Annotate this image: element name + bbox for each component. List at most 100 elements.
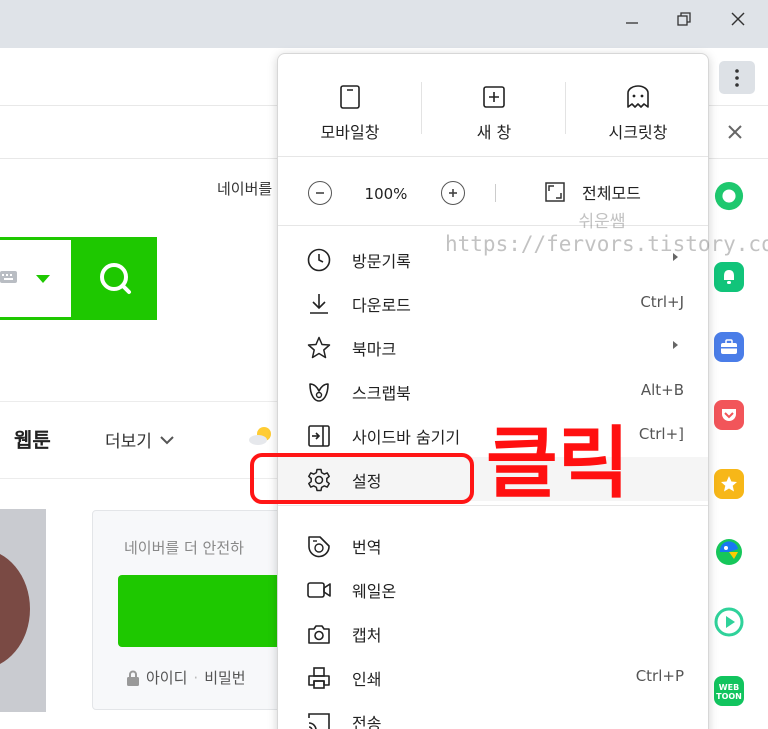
close-icon — [728, 125, 742, 139]
green-circle-icon — [714, 181, 744, 211]
nav-more-button[interactable]: 더보기 — [105, 427, 174, 452]
sidebar-app-toolbox[interactable] — [714, 332, 744, 362]
minimize-button[interactable] — [614, 6, 650, 32]
fullscreen-button[interactable]: 전체모드 — [544, 175, 641, 209]
menu-item-label: 스크랩북 — [352, 384, 411, 403]
menu-item-shortcut: Alt+B — [640, 381, 684, 399]
translate-icon — [308, 536, 330, 558]
sidebar-app-favorites[interactable] — [714, 469, 744, 499]
find-password-link[interactable]: 비밀번 — [204, 667, 245, 688]
content-thumbnail[interactable] — [0, 509, 46, 712]
sidebar-app-alarm[interactable] — [714, 262, 744, 292]
login-button[interactable] — [118, 575, 290, 647]
window-mode-row: 모바일창 새 창 시크릿창 — [278, 54, 708, 157]
cast-icon — [308, 713, 330, 729]
settings-highlight-box — [250, 453, 474, 504]
fullscreen-label: 전체모드 — [582, 184, 641, 203]
search-button[interactable] — [74, 237, 157, 320]
close-window-button[interactable] — [720, 6, 756, 32]
nav-divider — [0, 478, 290, 479]
zoom-level: 100% — [364, 185, 408, 203]
bell-icon — [724, 270, 734, 284]
menu-item-shortcut: Ctrl+] — [638, 425, 684, 443]
menu-item-print[interactable]: 인쇄 Ctrl+P — [278, 655, 708, 699]
scrapbook-icon — [309, 383, 329, 402]
pocket-icon — [722, 409, 736, 421]
menu-item-label: 웨일온 — [352, 582, 397, 601]
mobile-window-label: 모바일창 — [320, 123, 380, 142]
fullscreen-icon — [545, 182, 565, 202]
kebab-menu-icon — [735, 68, 739, 87]
sidebar-app-pocket[interactable] — [714, 400, 744, 430]
camera-icon — [308, 625, 330, 644]
zoom-out-button[interactable] — [308, 181, 332, 205]
secret-window-label: 시크릿창 — [608, 123, 668, 142]
menu-item-label: 전송 — [352, 714, 382, 729]
parrot-icon — [716, 539, 742, 565]
login-message: 네이버를 더 안전하 — [124, 539, 244, 557]
zoom-out-icon — [316, 192, 324, 194]
close-icon — [731, 12, 745, 26]
menu-item-whale-on[interactable]: 웨일온 — [278, 567, 708, 611]
mobile-window-button[interactable]: 모바일창 — [278, 54, 422, 157]
menu-item-shortcut: Ctrl+P — [635, 667, 684, 685]
search-options-dropdown[interactable] — [36, 275, 50, 283]
menu-item-capture[interactable]: 캡처 — [278, 611, 708, 655]
watermark-author: 쉬운쌤 — [578, 212, 626, 232]
menu-item-label: 캡처 — [352, 626, 382, 645]
menu-item-bookmarks[interactable]: 북마크 — [278, 325, 708, 369]
play-icon — [714, 607, 744, 637]
submenu-arrow-icon — [673, 341, 678, 349]
sidebar-app-webtoon[interactable]: WEB TOON — [714, 676, 744, 706]
menu-item-label: 번역 — [352, 538, 382, 557]
lock-icon — [127, 670, 139, 686]
search-icon — [99, 262, 131, 294]
page-top-link[interactable]: 네이버를 — [217, 178, 272, 199]
nav-more-label: 더보기 — [105, 432, 152, 452]
nav-divider — [0, 401, 290, 402]
sidebar-app-papago[interactable] — [714, 537, 744, 567]
new-window-label: 새 창 — [476, 123, 512, 142]
menu-item-label: 사이드바 숨기기 — [352, 428, 461, 447]
browser-dropdown-menu: 모바일창 새 창 시크릿창 100% 전체모드 방문기록 다운로드 Ctrl+J… — [277, 53, 709, 729]
zoom-in-button[interactable] — [441, 181, 465, 205]
notification-close-button[interactable] — [722, 119, 748, 145]
menu-item-cast[interactable]: 전송 — [278, 699, 708, 729]
new-window-icon — [483, 86, 505, 108]
menu-item-scrapbook[interactable]: 스크랩북 Alt+B — [278, 369, 708, 413]
window-titlebar — [0, 0, 768, 48]
weather-icon[interactable] — [248, 424, 274, 446]
thumbnail-shape — [0, 549, 30, 669]
find-id-link[interactable]: 아이디 — [146, 667, 187, 688]
nav-webtoon-link[interactable]: 웹툰 — [14, 424, 51, 453]
menu-item-translate[interactable]: 번역 — [278, 523, 708, 567]
sidebar-app-green-dot[interactable] — [714, 181, 744, 211]
restore-icon — [677, 12, 691, 26]
mobile-icon — [340, 85, 360, 109]
blog-watermark: 쉬운쌤 https://fervors.tistory.com — [445, 212, 768, 258]
menu-item-label: 북마크 — [352, 340, 397, 359]
new-window-button[interactable]: 새 창 — [422, 54, 566, 157]
link-separator: · — [193, 668, 199, 687]
browser-menu-button[interactable] — [719, 61, 755, 94]
svg-text:TOON: TOON — [716, 692, 742, 701]
login-links: 아이디 · 비밀번 — [126, 667, 246, 688]
star-icon — [307, 336, 331, 359]
menu-item-label: 방문기록 — [352, 252, 411, 271]
menu-item-downloads[interactable]: 다운로드 Ctrl+J — [278, 281, 708, 325]
download-icon — [310, 294, 328, 314]
history-clock-icon — [307, 248, 331, 272]
keyboard-icon[interactable] — [0, 270, 18, 284]
sidebar-icon — [308, 425, 330, 447]
secret-window-button[interactable]: 시크릿창 — [566, 54, 708, 157]
zoom-in-icon — [449, 189, 457, 197]
restore-button[interactable] — [666, 6, 702, 32]
sidebar-app-player[interactable] — [714, 607, 744, 637]
menu-item-label: 인쇄 — [352, 670, 382, 689]
minimize-icon — [626, 22, 638, 24]
video-call-icon — [307, 582, 331, 598]
chevron-down-icon — [160, 435, 174, 444]
click-annotation: 클릭 — [486, 419, 630, 509]
briefcase-icon — [721, 339, 737, 354]
webtoon-logo-icon: WEBTOON — [716, 683, 742, 701]
